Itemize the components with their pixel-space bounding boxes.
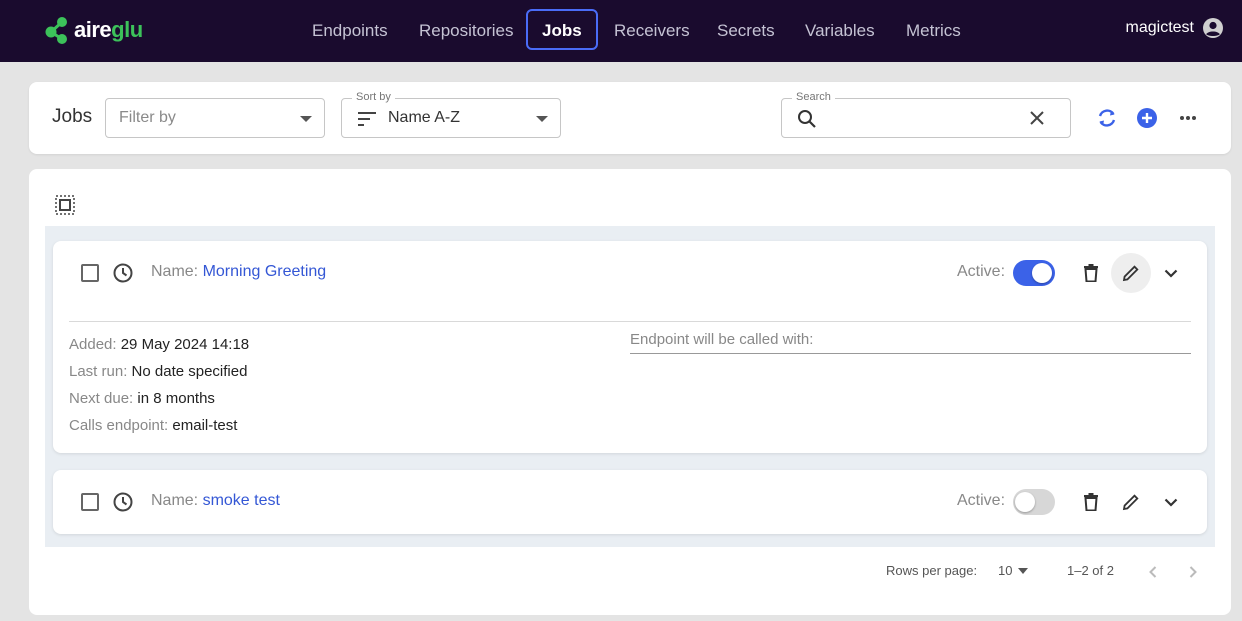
nav-endpoints[interactable]: Endpoints: [296, 9, 404, 50]
nav-secrets[interactable]: Secrets: [701, 9, 791, 50]
filter-select[interactable]: Filter by: [105, 98, 325, 138]
next-due-detail: Next due: in 8 months: [69, 390, 215, 407]
chevron-down-icon: [1164, 498, 1178, 507]
chevron-down-icon: [536, 116, 548, 122]
job-checkbox[interactable]: [81, 264, 99, 282]
pencil-icon: [1122, 494, 1139, 511]
collapse-button[interactable]: [1159, 261, 1183, 285]
jobs-list-card: Name: Morning Greeting Active: Added: 29…: [29, 169, 1231, 615]
job-row[interactable]: Name: Morning Greeting Active: Added: 29…: [53, 241, 1207, 453]
rows-per-page-label: Rows per page:: [886, 563, 978, 578]
divider: [69, 321, 1191, 322]
caret-down-icon: [1018, 567, 1029, 574]
active-label: Active:: [957, 263, 1006, 280]
nav-variables[interactable]: Variables: [789, 9, 891, 50]
more-horizontal-icon: [1180, 116, 1196, 120]
user-menu[interactable]: magictest: [1126, 17, 1224, 39]
chevron-down-icon: [1164, 269, 1178, 278]
job-name-key: Name:: [151, 263, 199, 280]
job-name-key: Name:: [151, 492, 199, 509]
next-page-button[interactable]: [1185, 565, 1201, 579]
search-icon: [798, 110, 816, 128]
account-circle-icon: [1203, 18, 1223, 38]
search-input[interactable]: [826, 109, 1016, 129]
active-toggle[interactable]: [1013, 489, 1055, 515]
calls-endpoint-detail: Calls endpoint: email-test: [69, 417, 238, 434]
nav-jobs[interactable]: Jobs: [526, 9, 598, 50]
job-row[interactable]: Name: smoke test Active:: [53, 470, 1207, 534]
search-field[interactable]: Search: [781, 91, 1071, 138]
trash-icon: [1084, 493, 1098, 511]
main-nav: Endpoints Repositories Jobs Receivers Se…: [0, 9, 1242, 50]
delete-button[interactable]: [1079, 261, 1103, 285]
delete-button[interactable]: [1079, 490, 1103, 514]
jobs-toolbar: Jobs Filter by Sort by Name A-Z Search: [29, 82, 1231, 154]
refresh-icon: [1098, 109, 1116, 127]
edit-button[interactable]: [1119, 490, 1143, 514]
more-options-button[interactable]: [1177, 107, 1199, 129]
chevron-left-icon: [1149, 566, 1157, 578]
job-name-link[interactable]: Morning Greeting: [203, 263, 327, 280]
pencil-icon: [1122, 265, 1139, 282]
clear-icon[interactable]: [1030, 111, 1044, 125]
pagination-range: 1–2 of 2: [1067, 563, 1114, 578]
filter-placeholder: Filter by: [119, 109, 176, 126]
edit-button[interactable]: [1111, 253, 1151, 293]
chevron-right-icon: [1189, 566, 1197, 578]
job-name-link[interactable]: smoke test: [203, 492, 280, 509]
select-all-button[interactable]: [55, 195, 75, 215]
top-bar: aireglu Endpoints Repositories Jobs Rece…: [0, 0, 1242, 62]
last-run-detail: Last run: No date specified: [69, 363, 248, 380]
chevron-down-icon: [300, 116, 312, 122]
prev-page-button[interactable]: [1145, 565, 1161, 579]
sort-label: Sort by: [352, 91, 395, 103]
page-title: Jobs: [52, 106, 93, 127]
clock-icon: [113, 492, 133, 512]
rows-per-page-select[interactable]: 10: [998, 563, 1029, 578]
sort-value: Name A-Z: [388, 109, 461, 126]
sort-select[interactable]: Sort by Name A-Z: [341, 91, 561, 138]
sort-icon: [358, 112, 376, 126]
job-name: Name: Morning Greeting: [151, 263, 326, 281]
active-toggle[interactable]: [1013, 260, 1055, 286]
search-label: Search: [792, 91, 835, 103]
rows-per-page-value: 10: [998, 563, 1013, 578]
select-all-icon: [55, 195, 75, 215]
trash-icon: [1084, 264, 1098, 282]
endpoint-params-label: Endpoint will be called with:: [630, 331, 1191, 354]
add-job-button[interactable]: [1136, 107, 1158, 129]
refresh-button[interactable]: [1095, 106, 1119, 130]
clock-icon: [113, 263, 133, 283]
nav-repositories[interactable]: Repositories: [403, 9, 530, 50]
expand-button[interactable]: [1159, 490, 1183, 514]
job-name: Name: smoke test: [151, 492, 280, 510]
nav-metrics[interactable]: Metrics: [890, 9, 977, 50]
job-checkbox[interactable]: [81, 493, 99, 511]
nav-receivers[interactable]: Receivers: [598, 9, 706, 50]
active-label: Active:: [957, 492, 1006, 509]
add-circle-icon: [1137, 108, 1157, 128]
added-detail: Added: 29 May 2024 14:18: [69, 336, 250, 353]
username: magictest: [1125, 19, 1194, 36]
jobs-list: Name: Morning Greeting Active: Added: 29…: [45, 226, 1215, 547]
